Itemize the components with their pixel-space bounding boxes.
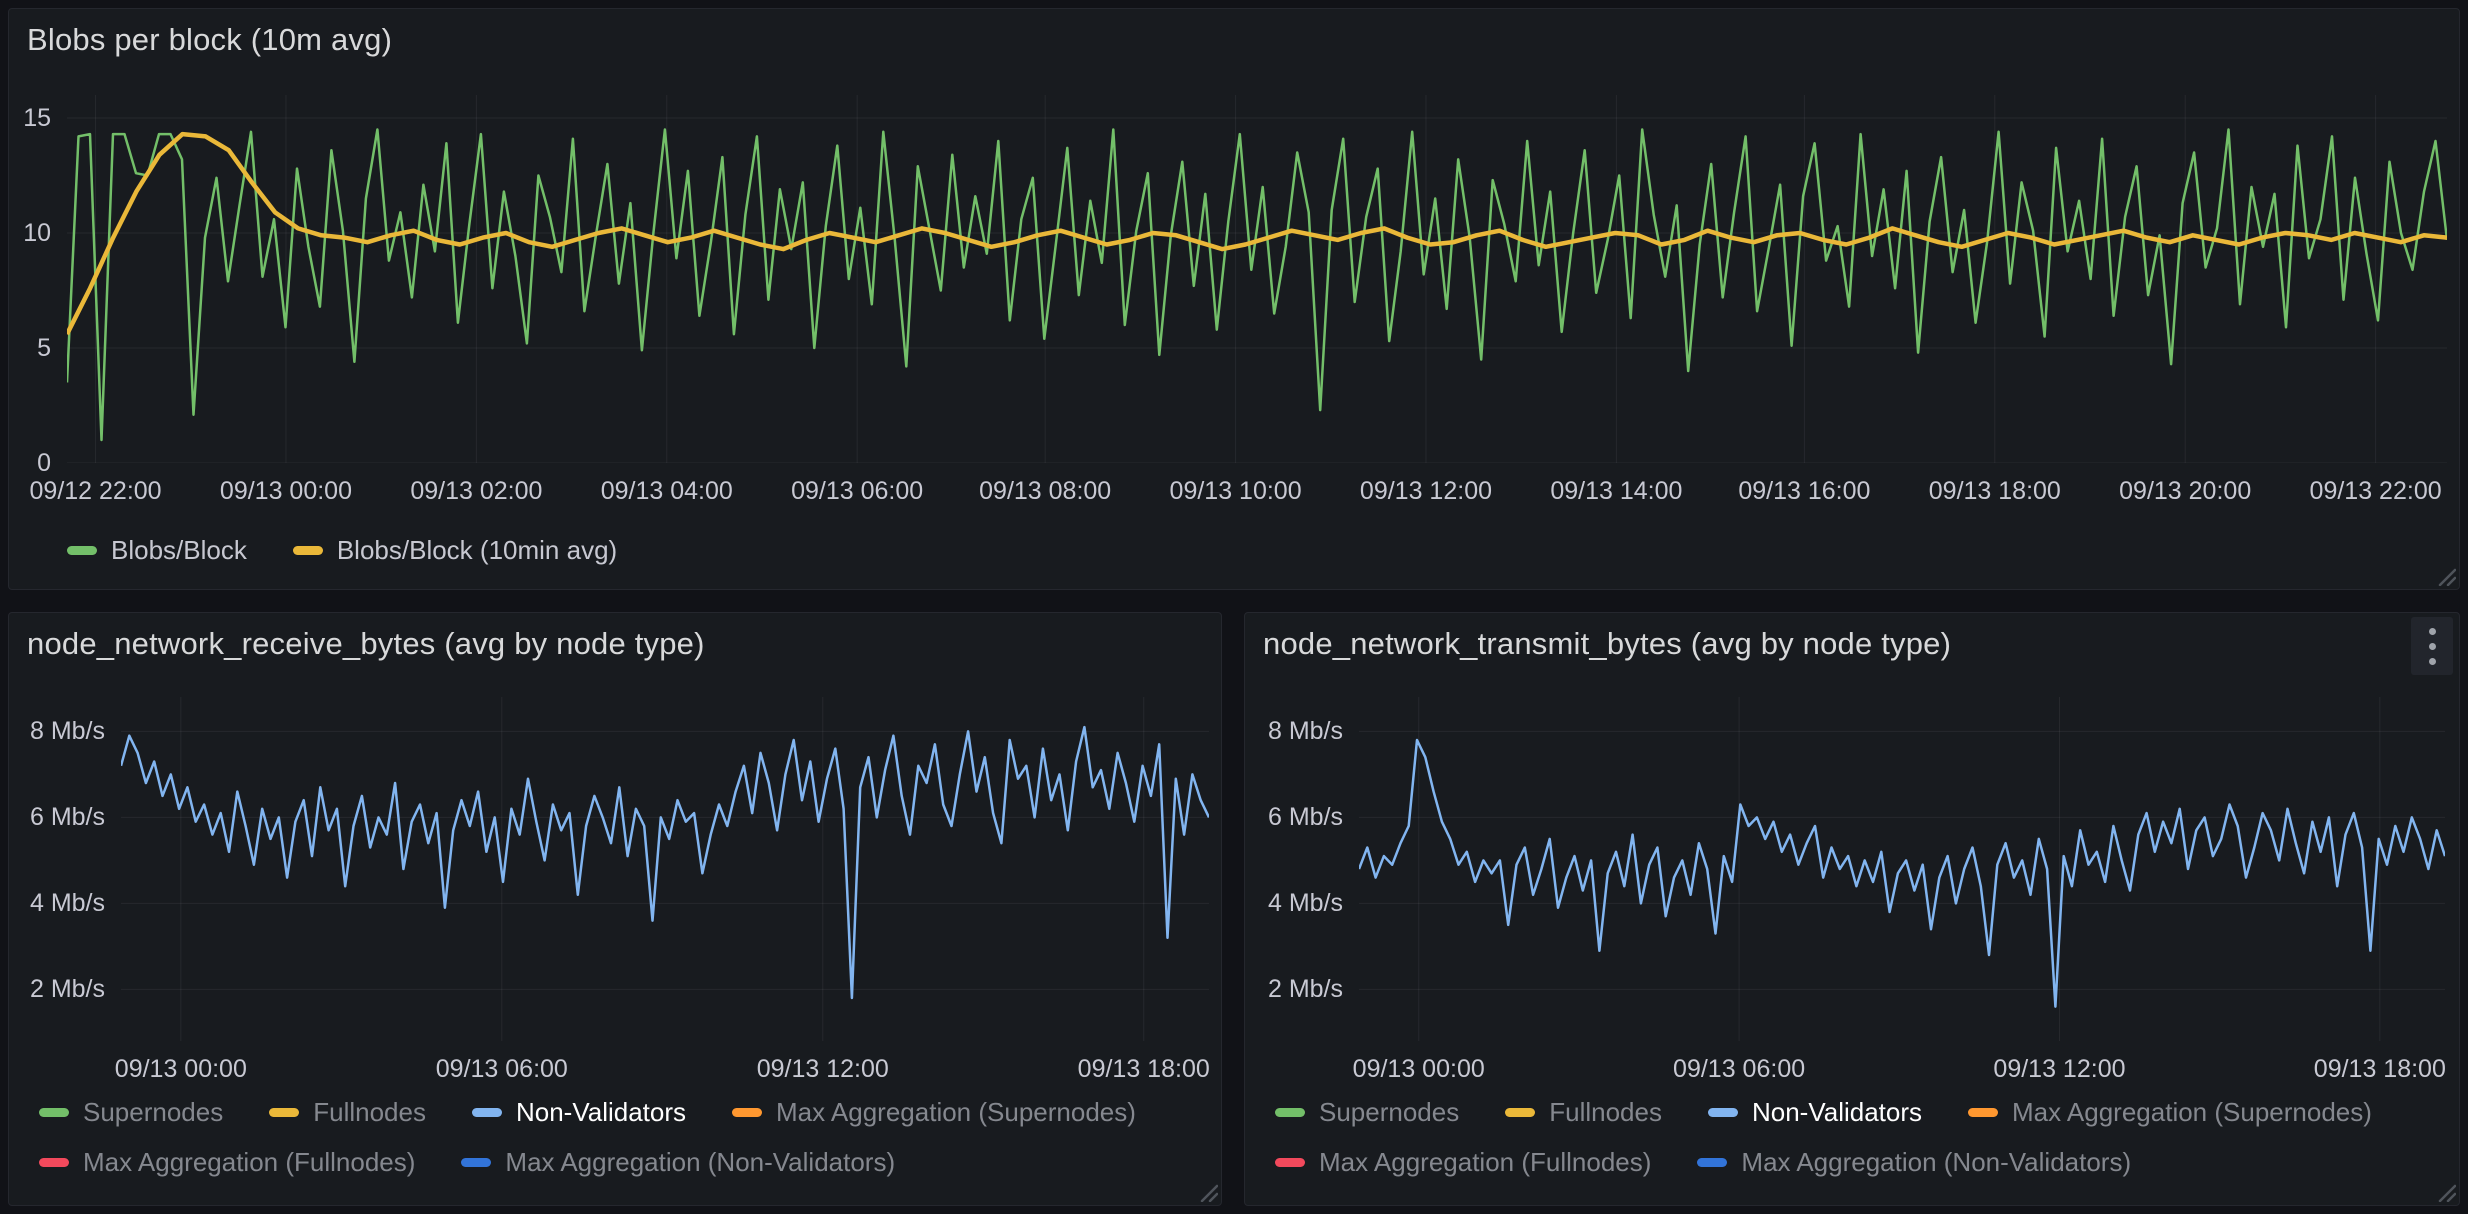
x-axis-tick-label: 09/13 06:00 (1673, 1055, 1805, 1084)
legend-item[interactable]: Supernodes (1275, 1095, 1459, 1129)
legend-item[interactable]: Max Aggregation (Fullnodes) (39, 1145, 415, 1179)
y-axis-tick-label: 0 (9, 449, 51, 477)
y-axis-tick-label: 10 (9, 219, 51, 247)
y-axis-tick-label: 6 Mb/s (1245, 803, 1343, 831)
legend-item[interactable]: Fullnodes (1505, 1095, 1662, 1129)
grafana-dashboard: { "page": { "background": "#111217", "pa… (0, 0, 2468, 1214)
legend: Supernodes Fullnodes Non-Validators Max Agg… (1275, 1095, 2437, 1179)
x-axis-tick-label: 09/13 04:00 (601, 477, 733, 506)
x-axis-tick-label: 09/13 10:00 (1170, 477, 1302, 506)
x-axis-tick-label: 09/13 12:00 (1360, 477, 1492, 506)
y-axis-tick-label: 4 Mb/s (9, 889, 105, 917)
legend: Supernodes Fullnodes Non-Validators Max Agg… (39, 1095, 1199, 1179)
legend-label: Max Aggregation (Fullnodes) (1319, 1145, 1651, 1179)
legend-item[interactable]: Non-Validators (1708, 1095, 1922, 1129)
legend-series-swatch-icon (732, 1108, 762, 1117)
legend-label: Supernodes (83, 1095, 223, 1129)
legend-label: Non-Validators (516, 1095, 686, 1129)
legend-item[interactable]: Max Aggregation (Fullnodes) (1275, 1145, 1651, 1179)
series-line (67, 130, 2447, 441)
legend: Blobs/Block Blobs/Block (10min avg) (67, 533, 2407, 567)
legend-item[interactable]: Max Aggregation (Supernodes) (1968, 1095, 2372, 1129)
legend-series-swatch-icon (67, 546, 97, 555)
legend-item[interactable]: Max Aggregation (Non-Validators) (461, 1145, 895, 1179)
panel-blobs-per-block: Blobs per block (10m avg) 05101509/12 22… (8, 8, 2460, 590)
x-axis-tick-label: 09/13 02:00 (410, 477, 542, 506)
plot-area[interactable] (121, 697, 1209, 1041)
x-axis-tick-label: 09/13 08:00 (979, 477, 1111, 506)
legend-label: Max Aggregation (Non-Validators) (505, 1145, 895, 1179)
legend-series-swatch-icon (39, 1158, 69, 1167)
x-axis-tick-label: 09/13 20:00 (2119, 477, 2251, 506)
legend-series-swatch-icon (1968, 1108, 1998, 1117)
chart-canvas (121, 697, 1209, 1041)
y-axis-tick-label: 8 Mb/s (9, 717, 105, 745)
plot-area[interactable] (67, 95, 2447, 463)
legend-item[interactable]: Non-Validators (472, 1095, 686, 1129)
legend-series-swatch-icon (1275, 1158, 1305, 1167)
legend-series-swatch-icon (461, 1158, 491, 1167)
x-axis-tick-label: 09/13 00:00 (115, 1055, 247, 1084)
x-axis-tick-label: 09/13 18:00 (1929, 477, 2061, 506)
legend-label: Max Aggregation (Fullnodes) (83, 1145, 415, 1179)
legend-label: Max Aggregation (Supernodes) (776, 1095, 1136, 1129)
legend-label: Max Aggregation (Supernodes) (2012, 1095, 2372, 1129)
legend-series-swatch-icon (1697, 1158, 1727, 1167)
y-axis-tick-label: 15 (9, 104, 51, 132)
legend-series-swatch-icon (293, 546, 323, 555)
legend-series-swatch-icon (472, 1108, 502, 1117)
legend-label: Blobs/Block (10min avg) (337, 533, 617, 567)
legend-label: Fullnodes (1549, 1095, 1662, 1129)
x-axis-tick-label: 09/13 12:00 (757, 1055, 889, 1084)
legend-item[interactable]: Fullnodes (269, 1095, 426, 1129)
x-axis-tick-label: 09/13 14:00 (1550, 477, 1682, 506)
legend-item[interactable]: Blobs/Block (10min avg) (293, 533, 617, 567)
x-axis-tick-label: 09/13 06:00 (791, 477, 923, 506)
x-axis-tick-label: 09/13 12:00 (1993, 1055, 2125, 1084)
legend-label: Max Aggregation (Non-Validators) (1741, 1145, 2131, 1179)
y-axis-tick-label: 6 Mb/s (9, 803, 105, 831)
y-axis-tick-label: 4 Mb/s (1245, 889, 1343, 917)
legend-item[interactable]: Supernodes (39, 1095, 223, 1129)
panel-resize-handle-icon[interactable] (1196, 1180, 1218, 1202)
x-axis-tick-label: 09/13 00:00 (1353, 1055, 1485, 1084)
y-axis-tick-label: 2 Mb/s (9, 975, 105, 1003)
x-axis-tick-label: 09/13 18:00 (1078, 1055, 1210, 1084)
y-axis-tick-label: 8 Mb/s (1245, 717, 1343, 745)
series-line (121, 727, 1209, 998)
chart-canvas (67, 95, 2447, 463)
legend-item[interactable]: Max Aggregation (Supernodes) (732, 1095, 1136, 1129)
legend-series-swatch-icon (269, 1108, 299, 1117)
chart-wrap: 0 5 10 15 09/12 22:00 09/13 00:00 09/13 02:00 0… (9, 9, 2459, 589)
panel-network-receive: node_network_receive_bytes (avg by node … (8, 612, 1222, 1206)
legend-series-swatch-icon (1505, 1108, 1535, 1117)
x-axis-tick-label: 09/13 06:00 (436, 1055, 568, 1084)
x-axis-tick-label: 09/12 22:00 (30, 477, 162, 506)
panel-resize-handle-icon[interactable] (2434, 564, 2456, 586)
legend-label: Non-Validators (1752, 1095, 1922, 1129)
x-axis-tick-label: 09/13 16:00 (1738, 477, 1870, 506)
legend-label: Blobs/Block (111, 533, 247, 567)
legend-series-swatch-icon (1708, 1108, 1738, 1117)
legend-series-swatch-icon (39, 1108, 69, 1117)
legend-item[interactable]: Max Aggregation (Non-Validators) (1697, 1145, 2131, 1179)
x-axis-tick-label: 09/13 18:00 (2314, 1055, 2446, 1084)
legend-series-swatch-icon (1275, 1108, 1305, 1117)
y-axis-tick-label: 2 Mb/s (1245, 975, 1343, 1003)
legend-item[interactable]: Blobs/Block (67, 533, 247, 567)
legend-label: Fullnodes (313, 1095, 426, 1129)
x-axis-tick-label: 09/13 00:00 (220, 477, 352, 506)
legend-label: Supernodes (1319, 1095, 1459, 1129)
y-axis-tick-label: 5 (9, 334, 51, 362)
plot-area[interactable] (1359, 697, 2445, 1041)
panel-network-transmit: node_network_transmit_bytes (avg by node… (1244, 612, 2460, 1206)
series-line (1359, 740, 2445, 1007)
panel-resize-handle-icon[interactable] (2434, 1180, 2456, 1202)
x-axis-tick-label: 09/13 22:00 (2310, 477, 2442, 506)
chart-canvas (1359, 697, 2445, 1041)
